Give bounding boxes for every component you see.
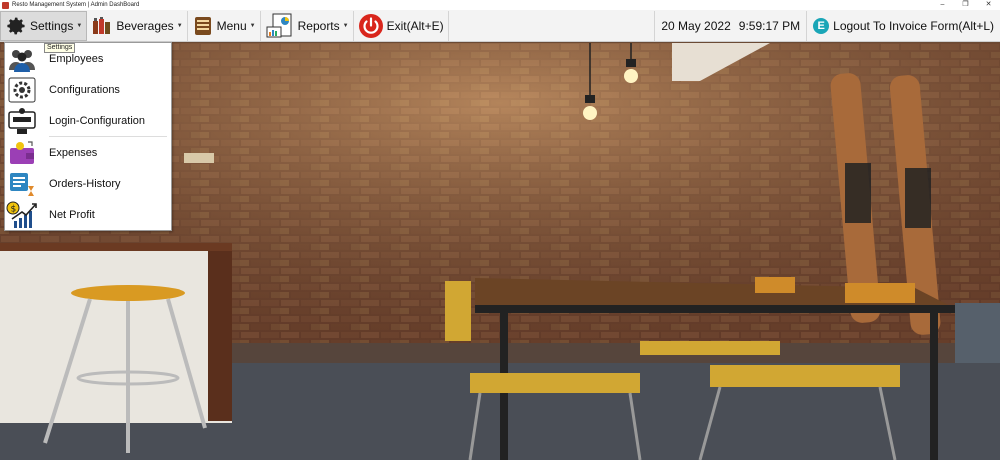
main-menubar: Settings ▼ Beverages ▼ Menu ▼ Reports ▼ … [0,10,1000,42]
settings-menu[interactable]: Settings ▼ [0,10,88,41]
close-button[interactable]: ✕ [977,0,1000,10]
reports-menu[interactable]: Reports ▼ [261,10,354,41]
maximize-button[interactable]: ❐ [954,0,977,10]
gear-config-icon [5,76,39,104]
menu-item-label: Login-Configuration [49,114,146,127]
employees-icon [5,45,39,73]
power-icon [358,13,384,39]
current-time: 9:59:17 PM [738,18,801,33]
chevron-down-icon: ▼ [76,22,83,29]
status-area: 20 May 2022 9:59:17 PM E Logout To Invoi… [654,10,1000,41]
menu-item-employees[interactable]: Employees [5,43,171,74]
menu-item-label: Expenses [49,146,98,159]
menu-item-label: Orders-History [49,177,121,190]
app-icon [2,1,9,9]
menu-item-login-configuration[interactable]: Login-Configuration [5,105,171,136]
reports-label: Reports [297,18,340,33]
profit-chart-icon: $ [5,201,39,229]
current-date: 20 May 2022 [661,18,731,33]
settings-dropdown: Employees Configurations Login-Configura… [4,42,172,231]
orders-history-icon [5,170,39,198]
window-title: Resto Management System | Admin DashBoar… [12,2,140,8]
menu-item-orders-history[interactable]: Orders-History [5,168,171,199]
menu-item-configurations[interactable]: Configurations [5,74,171,105]
beverages-icon [91,15,113,37]
window-controls: – ❐ ✕ [931,0,1000,10]
svg-text:$: $ [11,204,17,214]
chevron-down-icon: ▼ [342,22,349,29]
menu-item-label: Net Profit [49,208,95,221]
food-menu-icon [192,15,214,37]
reports-icon [265,13,295,39]
logout-label: Logout To Invoice Form(Alt+L) [833,18,994,33]
chevron-down-icon: ▼ [249,22,256,29]
minimize-button[interactable]: – [931,0,954,10]
settings-label: Settings [30,18,74,33]
logout-button[interactable]: E Logout To Invoice Form(Alt+L) [807,11,1000,41]
exit-button[interactable]: Exit(Alt+E) [354,10,449,41]
menu-item-label: Configurations [49,83,120,96]
menu-item-label: Employees [49,52,104,65]
login-config-icon [5,107,39,135]
beverages-menu[interactable]: Beverages ▼ [87,10,188,41]
datetime-display: 20 May 2022 9:59:17 PM [654,10,808,41]
menu-label: Menu [216,18,247,33]
gear-icon [5,15,27,37]
settings-tooltip: Settings [44,43,76,53]
logout-icon: E [813,17,830,34]
chevron-down-icon: ▼ [176,22,183,29]
menu-item-net-profit[interactable]: $ Net Profit [5,199,171,230]
wallet-icon [5,139,39,167]
menu-menu[interactable]: Menu ▼ [188,10,261,41]
exit-label: Exit(Alt+E) [386,18,444,33]
window-titlebar: Resto Management System | Admin DashBoar… [0,0,1000,10]
menu-item-expenses[interactable]: Expenses [5,137,171,168]
beverages-label: Beverages [116,18,174,33]
